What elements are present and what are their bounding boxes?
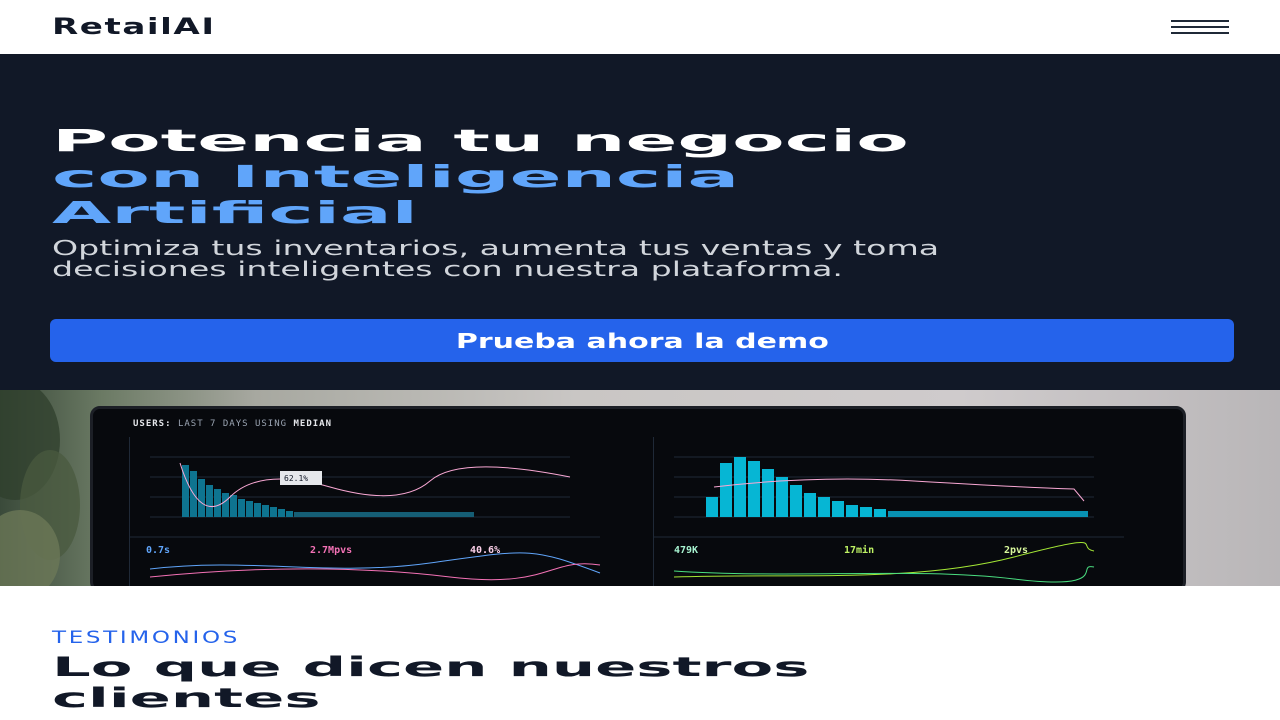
top-navbar: RetailAI — [0, 0, 1280, 54]
left-chart-panel: 62.1% 0.7s 2.7Mpvs 40.6% — [129, 437, 619, 586]
stat-left-2: 2.7Mpvs — [310, 545, 353, 556]
demo-cta-button[interactable]: Prueba ahora la demo — [50, 319, 1234, 362]
stat-right-3: 2pvs — [1004, 545, 1029, 556]
screen-header-prefix: USERS: — [133, 419, 172, 429]
monitor-screen: USERS: LAST 7 DAYS USING MEDIAN 62.1% 0.… — [90, 406, 1186, 586]
screen-header-mid: USING — [254, 419, 288, 429]
analytics-dashboard-image: USERS: LAST 7 DAYS USING MEDIAN 62.1% 0.… — [0, 390, 1280, 586]
screen-header-metric: MEDIAN — [293, 419, 332, 429]
stat-left-1: 0.7s — [146, 545, 171, 556]
screen-header: USERS: LAST 7 DAYS USING MEDIAN — [133, 419, 332, 429]
hero-title-line3: Artificial — [52, 196, 418, 231]
hero-subtitle: Optimiza tus inventarios, aumenta tus ve… — [52, 236, 940, 281]
menu-line — [1171, 26, 1229, 28]
screen-header-range: LAST 7 DAYS — [177, 419, 249, 429]
left-chart-svg: 62.1% — [130, 456, 601, 581]
menu-line — [1171, 32, 1229, 34]
hero-title-line2: con Inteligencia — [52, 160, 740, 195]
testimonials-eyebrow: TESTIMONIOS — [52, 628, 241, 648]
hamburger-menu-icon[interactable] — [1169, 14, 1229, 40]
testimonials-title: Lo que dicen nuestros clientes — [52, 652, 1280, 714]
hero-title-line1: Potencia tu negocio — [52, 124, 909, 159]
stat-right-1: 479K — [674, 545, 699, 556]
right-chart-panel: 479K 17min 2pvs — [653, 437, 1143, 586]
hero-section: Potencia tu negocio con Inteligencia Art… — [0, 54, 1280, 390]
menu-line — [1171, 20, 1229, 22]
right-chart-svg — [654, 456, 1124, 583]
stat-right-2: 17min — [844, 545, 875, 556]
testimonials-title-line1: Lo que dicen nuestros — [52, 652, 810, 683]
brand-logo[interactable]: RetailAI — [52, 15, 216, 40]
demo-cta-label: Prueba ahora la demo — [455, 328, 829, 353]
hero-title: Potencia tu negocio con Inteligencia Art… — [52, 124, 1280, 232]
stat-left-3: 40.6% — [470, 545, 501, 556]
testimonials-title-line2: clientes — [52, 683, 321, 714]
chart-tooltip: 62.1% — [284, 474, 308, 483]
